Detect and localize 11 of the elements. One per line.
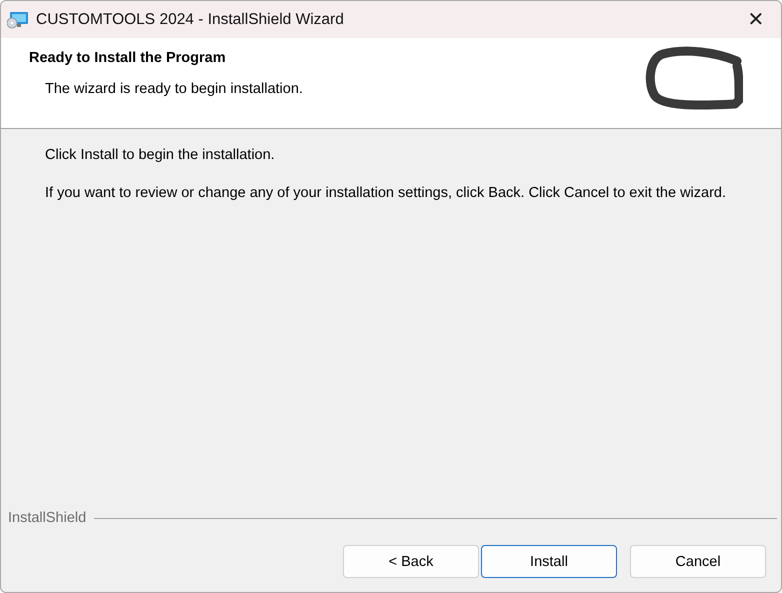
page-heading: Ready to Install the Program [29, 50, 227, 66]
page-subtitle: The wizard is ready to begin installation. [45, 81, 303, 97]
instruction-text: If you want to review or change any of your installation settings, click Back. Click Cancel to exit the wizard. [45, 184, 728, 203]
brand-label: InstallShield [8, 510, 86, 526]
wizard-button[interactable]: < Back [343, 545, 479, 578]
wizard-button[interactable]: Cancel [630, 545, 766, 578]
close-button[interactable]: ✕ [733, 1, 779, 38]
wizard-button[interactable]: Install [481, 545, 617, 578]
instruction-text: Click Install to begin the installation. [45, 146, 276, 165]
window-title: CUSTOMTOOLS 2024 - InstallShield Wizard [36, 10, 345, 28]
monitor-disc-icon [7, 10, 29, 28]
